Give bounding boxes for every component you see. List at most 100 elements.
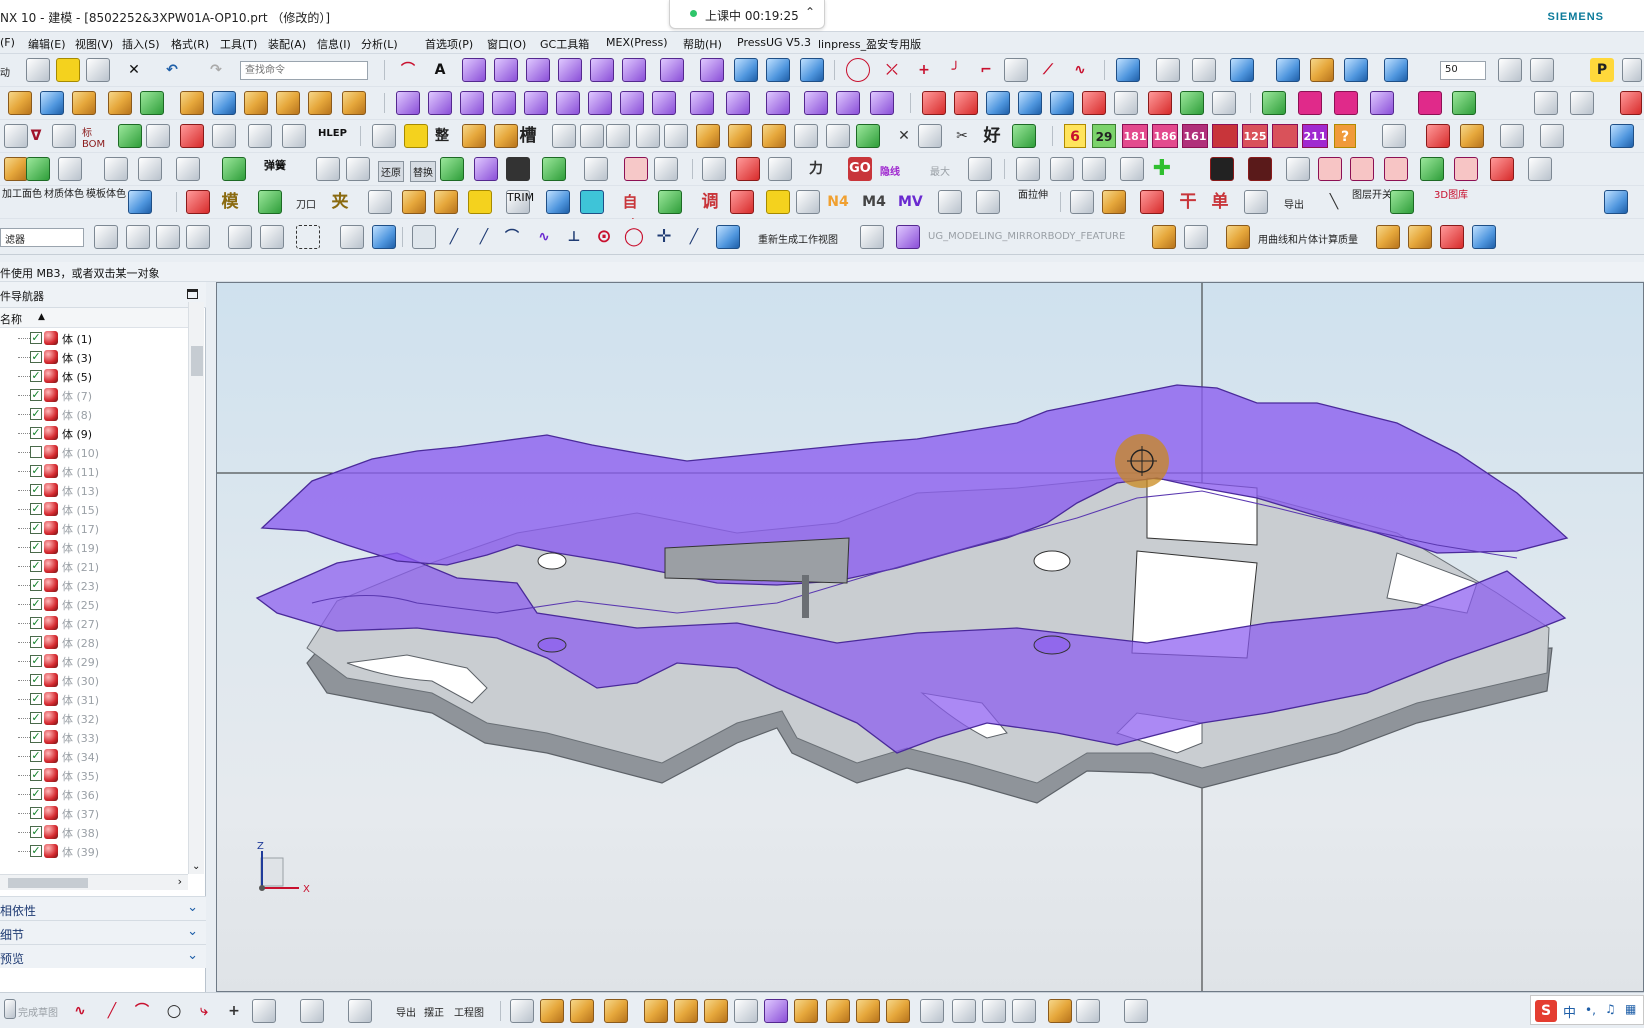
visibility-checkbox[interactable]: ✓	[30, 465, 42, 477]
dowel-icon[interactable]	[1050, 91, 1074, 115]
scroll-right-icon[interactable]: ›	[178, 875, 182, 888]
air-spring-icon[interactable]	[1262, 91, 1286, 115]
static-wireframe-icon[interactable]	[1192, 58, 1216, 82]
export-button[interactable]: 导出	[396, 1004, 416, 1019]
circle-center-icon[interactable]: ⊙	[592, 225, 616, 249]
mass-calc-icon[interactable]	[1226, 225, 1250, 249]
sync-copy-icon[interactable]	[588, 91, 612, 115]
material-body-color-label[interactable]: 材质体色	[44, 190, 84, 200]
red-box-icon[interactable]	[186, 190, 210, 214]
quadrant-icon[interactable]: ◯	[622, 225, 646, 249]
menu-gc-toolbox[interactable]: GC工具箱	[540, 36, 589, 52]
disk-icon[interactable]	[920, 999, 944, 1023]
sync-delete-icon[interactable]	[556, 91, 580, 115]
tree-row[interactable]: ✓ 体 (13)	[0, 480, 188, 500]
intersection-icon[interactable]: ∿	[532, 225, 556, 249]
hex-icon[interactable]	[368, 190, 392, 214]
cube-tool-icon[interactable]	[462, 124, 486, 148]
max-icon[interactable]: 最大	[930, 163, 950, 178]
menu-assembly[interactable]: 装配(A)	[268, 36, 306, 52]
yellow-bolt-icon[interactable]	[766, 190, 790, 214]
menu-help[interactable]: 帮助(H)	[683, 36, 722, 52]
chamfer-icon[interactable]	[244, 91, 268, 115]
show-hide-icon[interactable]	[654, 157, 678, 181]
select-all-icon[interactable]	[228, 225, 252, 249]
font-icon[interactable]	[1620, 91, 1642, 115]
visibility-checkbox[interactable]: ✓	[30, 598, 42, 610]
tree-row[interactable]: ✓ 体 (19)	[0, 537, 188, 557]
scissors-icon[interactable]: ✂	[950, 124, 974, 148]
layer-211-button[interactable]: 211	[1302, 124, 1328, 148]
spline-icon[interactable]	[494, 58, 518, 82]
show-icon[interactable]	[918, 124, 942, 148]
layer-red2-button[interactable]	[1272, 124, 1298, 148]
green-flag-icon[interactable]	[222, 157, 246, 181]
vertical-scrollbar[interactable]: ⌄	[188, 302, 204, 874]
blue-face-icon[interactable]	[546, 190, 570, 214]
visibility-checkbox[interactable]: ✓	[30, 693, 42, 705]
spring-tool-icon[interactable]: 弹簧	[264, 157, 304, 181]
red-flag-icon[interactable]	[1490, 157, 1514, 181]
scissors2-icon[interactable]	[1244, 190, 1268, 214]
pen-tool-icon[interactable]	[1124, 999, 1148, 1023]
knife-edge-label[interactable]: 刀口	[296, 196, 316, 211]
menu-preferences[interactable]: 首选项(P)	[425, 36, 473, 52]
visibility-checkbox[interactable]: ✓	[30, 807, 42, 819]
visibility-checkbox[interactable]: ✓	[30, 731, 42, 743]
extend-curve-icon[interactable]: ⟋	[1036, 58, 1060, 82]
rectangle-select-icon[interactable]	[296, 225, 320, 249]
grey-square-icon[interactable]	[1184, 225, 1208, 249]
iso-view-icon[interactable]	[1230, 58, 1254, 82]
material-tool-icon[interactable]	[1012, 124, 1036, 148]
cross-icon[interactable]: ✕	[892, 124, 916, 148]
visibility-checkbox[interactable]: ✓	[30, 845, 42, 857]
regenerate-view-icon[interactable]	[716, 225, 740, 249]
arc-icon[interactable]: ⌒	[396, 58, 420, 82]
move-component-icon[interactable]	[734, 999, 758, 1023]
mirror-assembly-icon[interactable]	[644, 999, 668, 1023]
adjust-icon[interactable]: 调	[698, 190, 722, 214]
stripper-icon[interactable]	[1212, 91, 1236, 115]
visibility-checkbox[interactable]: ✓	[30, 788, 42, 800]
new-component-icon[interactable]	[570, 999, 594, 1023]
help-icon[interactable]: HLEP	[318, 128, 352, 152]
wrench-icon[interactable]	[404, 124, 428, 148]
guide-icon[interactable]	[1286, 157, 1310, 181]
tree-row[interactable]: ✓ 体 (1)	[0, 328, 188, 348]
curve-icon[interactable]	[462, 58, 486, 82]
tree-row[interactable]: ✓ 体 (38)	[0, 822, 188, 842]
corner-icon[interactable]: ⌐	[974, 58, 998, 82]
visibility-checkbox[interactable]: ✓	[30, 579, 42, 591]
h-scroll-thumb[interactable]	[8, 878, 88, 888]
force-icon[interactable]: 力	[804, 157, 828, 181]
grab-line-icon[interactable]	[1016, 157, 1040, 181]
sync-linear-icon[interactable]	[870, 91, 894, 115]
visibility-checkbox[interactable]: ✓	[30, 503, 42, 515]
visibility-checkbox[interactable]: ✓	[30, 712, 42, 724]
visibility-checkbox[interactable]: ✓	[30, 351, 42, 363]
grid-blue-icon[interactable]	[1610, 124, 1634, 148]
horizontal-scrollbar[interactable]: ›	[0, 874, 188, 890]
question-icon[interactable]: ?	[1334, 124, 1356, 148]
join-curve-icon[interactable]: ∿	[1068, 58, 1092, 82]
extrude-icon[interactable]	[8, 91, 32, 115]
open-folder-icon[interactable]	[56, 58, 80, 82]
panel-preview[interactable]: 预览 ⌄	[0, 944, 206, 968]
arc-sketch-icon[interactable]: ⌒	[130, 999, 154, 1023]
check-icon[interactable]	[26, 157, 50, 181]
table-icon[interactable]	[118, 124, 142, 148]
visibility-checkbox[interactable]: ✓	[30, 560, 42, 572]
frame-icon[interactable]	[146, 124, 170, 148]
extract-curve-icon[interactable]	[660, 58, 684, 82]
visibility-checkbox[interactable]: ✓	[30, 370, 42, 382]
tree-row[interactable]: ✓ 体 (29)	[0, 651, 188, 671]
drawing-icon[interactable]	[606, 124, 630, 148]
tree-row[interactable]: ✓ 体 (28)	[0, 632, 188, 652]
grid-icon[interactable]	[212, 124, 236, 148]
tree-row[interactable]: 体 (10)	[0, 442, 188, 462]
arc-grey-icon[interactable]	[1082, 157, 1106, 181]
send-height-icon[interactable]	[1454, 157, 1478, 181]
mirror-assembly2-icon[interactable]	[764, 999, 788, 1023]
tree-row[interactable]: ✓ 体 (23)	[0, 575, 188, 595]
layer-load-icon[interactable]	[1534, 91, 1558, 115]
